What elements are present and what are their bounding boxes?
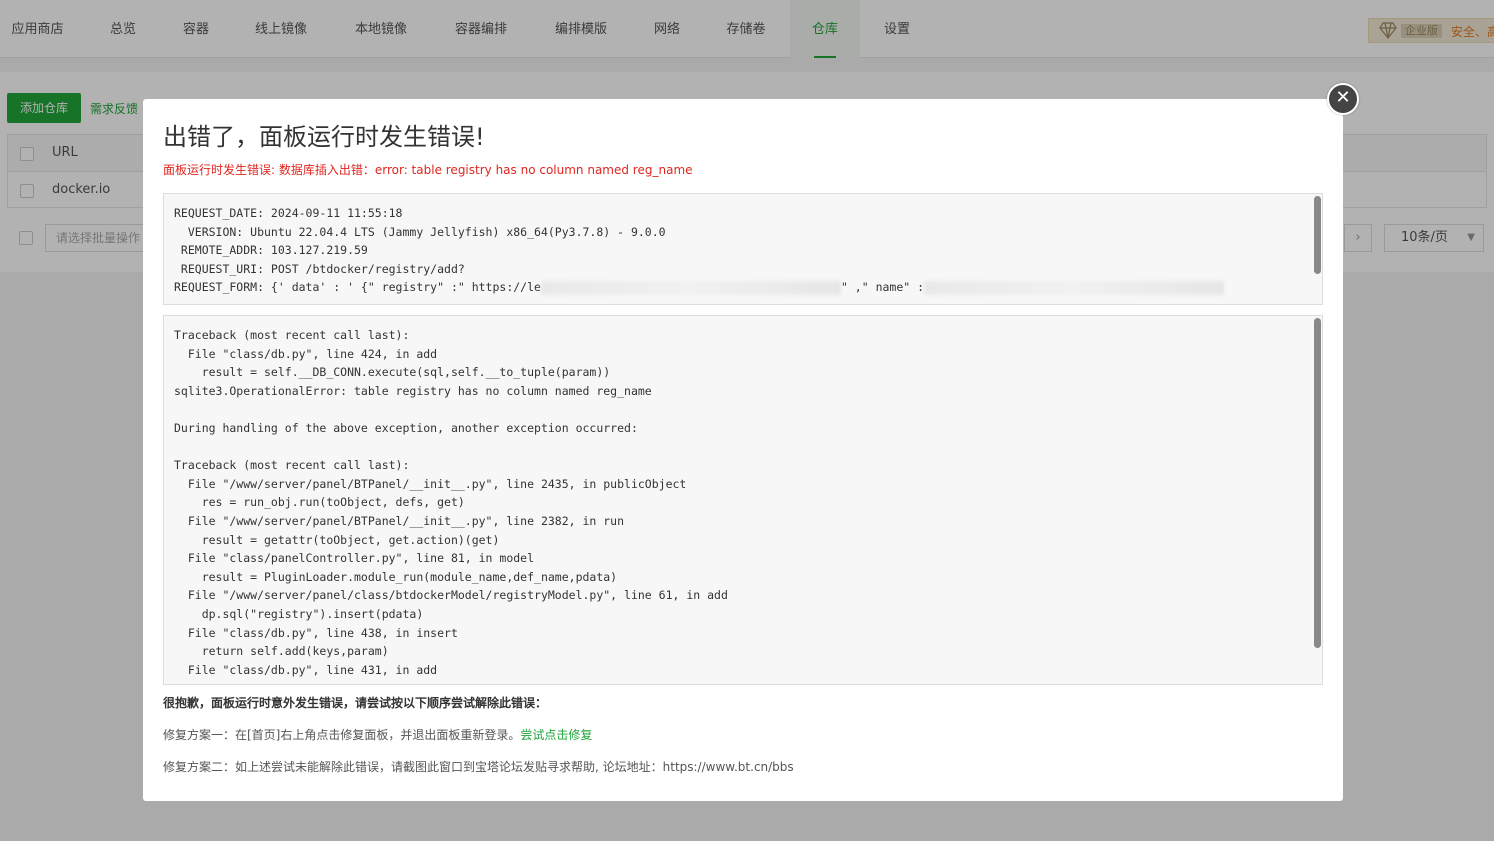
dialog-title: 出错了，面板运行时发生错误! <box>163 123 485 151</box>
fix-option-two: 修复方案二：如上述尝试未能解除此错误，请截图此窗口到宝塔论坛发贴寻求帮助, 论坛… <box>163 760 794 774</box>
redacted-block <box>924 280 1225 295</box>
request-uri: REQUEST_URI: POST /btdocker/registry/add… <box>174 261 465 276</box>
traceback-text: Traceback (most recent call last): File … <box>174 328 728 677</box>
scrollbar[interactable] <box>1314 196 1321 274</box>
try-repair-link[interactable]: 尝试点击修复 <box>520 728 592 742</box>
request-form-prefix: REQUEST_FORM: {' data' : ' {" registry" … <box>174 280 541 295</box>
error-dialog: 出错了，面板运行时发生错误! 面板运行时发生错误: 数据库插入出错：error:… <box>143 99 1343 801</box>
fix-option-one-text: 修复方案一：在[首页]右上角点击修复面板，并退出面板重新登录。 <box>163 728 521 742</box>
traceback-box[interactable]: Traceback (most recent call last): File … <box>163 315 1323 685</box>
request-date: REQUEST_DATE: 2024-09-11 11:55:18 <box>174 206 403 220</box>
version-line: VERSION: Ubuntu 22.04.4 LTS (Jammy Jelly… <box>174 224 666 239</box>
request-info-box[interactable]: REQUEST_DATE: 2024-09-11 11:55:18 VERSIO… <box>163 193 1323 305</box>
request-info-text: REQUEST_DATE: 2024-09-11 11:55:18 VERSIO… <box>164 194 1322 304</box>
scrollbar[interactable] <box>1314 318 1321 648</box>
fix-option-one: 修复方案一：在[首页]右上角点击修复面板，并退出面板重新登录。尝试点击修复 <box>163 726 592 743</box>
error-summary: 面板运行时发生错误: 数据库插入出错：error: table registry… <box>163 163 693 177</box>
request-form-mid: " ," name" : <box>840 280 925 295</box>
remote-addr: REMOTE_ADDR: 103.127.219.59 <box>174 243 368 258</box>
close-icon[interactable]: ✕ <box>1327 83 1359 115</box>
apology-text: 很抱歉，面板运行时意外发生错误，请尝试按以下顺序尝试解除此错误： <box>163 696 548 710</box>
redacted-block <box>540 280 841 295</box>
